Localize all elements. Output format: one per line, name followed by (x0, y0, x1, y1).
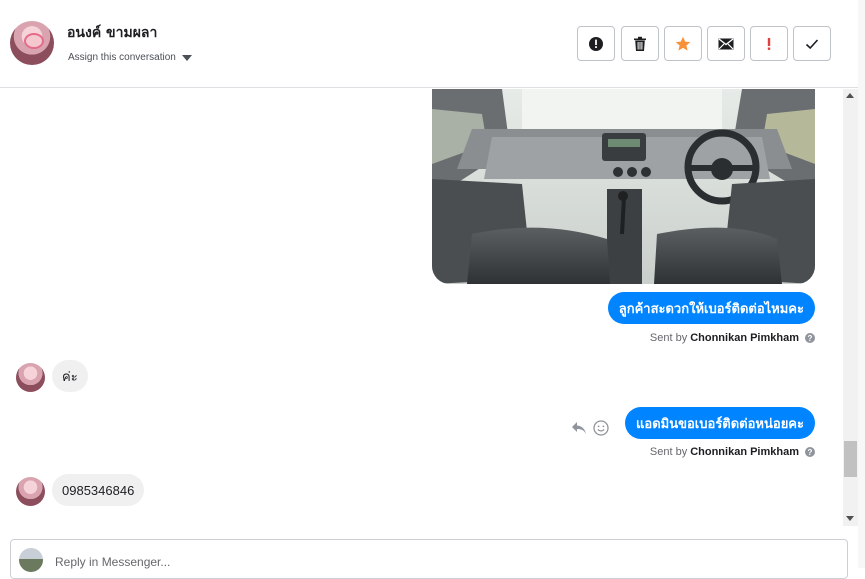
help-icon[interactable]: ? (805, 333, 815, 343)
exclamation-icon (767, 37, 771, 50)
scroll-thumb[interactable] (844, 441, 857, 477)
reply-input[interactable] (55, 552, 755, 572)
sent-by-prefix: Sent by (649, 446, 688, 458)
assign-conversation-dropdown[interactable]: Assign this conversation (68, 52, 192, 63)
conversation-header: อนงค์ ขามผลา Assign this conversation (0, 0, 865, 88)
mark-done-button[interactable] (793, 26, 831, 61)
sender-name[interactable]: Chonnikan Pimkham (690, 446, 799, 458)
message-thread[interactable]: ลูกค้าสะดวกให้เบอร์ติดต่อไหมคะ Sent by C… (0, 89, 843, 526)
mark-unread-button[interactable] (707, 26, 745, 61)
outgoing-message[interactable]: แอดมินขอเบอร์ติดต่อหน่อยคะ (625, 407, 815, 439)
sent-by-prefix: Sent by (649, 332, 688, 344)
check-icon (805, 38, 819, 49)
message-actions (571, 420, 609, 436)
sender-name[interactable]: Chonnikan Pimkham (690, 332, 799, 344)
customer-avatar[interactable] (16, 363, 45, 392)
car-interior-photo[interactable] (432, 89, 815, 284)
caret-down-icon (181, 54, 192, 61)
thread-scrollbar[interactable] (843, 89, 858, 526)
scroll-down-arrow-icon[interactable] (846, 516, 854, 521)
reply-composer[interactable] (10, 539, 848, 579)
message-text: 0985346846 (62, 482, 135, 498)
outgoing-message[interactable]: ลูกค้าสะดวกให้เบอร์ติดต่อไหมคะ (607, 292, 815, 324)
star-button[interactable] (664, 26, 702, 61)
customer-avatar[interactable] (16, 477, 45, 506)
incoming-message[interactable]: 0985346846 (52, 474, 145, 506)
page-avatar (19, 548, 43, 572)
window-edge (858, 0, 865, 568)
reply-icon[interactable] (571, 421, 587, 435)
assign-label: Assign this conversation (68, 52, 176, 63)
sent-by-label: Sent by Chonnikan Pimkham ? (650, 332, 815, 344)
contact-avatar[interactable] (10, 21, 54, 65)
alert-circle-icon (589, 36, 603, 51)
message-text: ลูกค้าสะดวกให้เบอร์ติดต่อไหมคะ (618, 301, 804, 317)
scroll-up-arrow-icon[interactable] (846, 93, 854, 98)
sent-by-label: Sent by Chonnikan Pimkham ? (650, 446, 815, 458)
delete-button[interactable] (621, 26, 659, 61)
car-interior-image (432, 89, 815, 284)
system-notice-partial (170, 523, 620, 526)
message-text: ค่ะ (62, 368, 78, 384)
mark-as-spam-button[interactable] (577, 26, 615, 61)
emoji-react-icon[interactable] (593, 420, 609, 436)
message-text: แอดมินขอเบอร์ติดต่อหน่อยคะ (636, 416, 804, 432)
mail-icon (718, 37, 734, 49)
trash-icon (634, 36, 646, 51)
incoming-message[interactable]: ค่ะ (52, 360, 88, 392)
star-icon (675, 36, 691, 51)
contact-name[interactable]: อนงค์ ขามผลา (67, 22, 157, 44)
help-icon[interactable]: ? (805, 447, 815, 457)
follow-up-button[interactable] (750, 26, 788, 61)
